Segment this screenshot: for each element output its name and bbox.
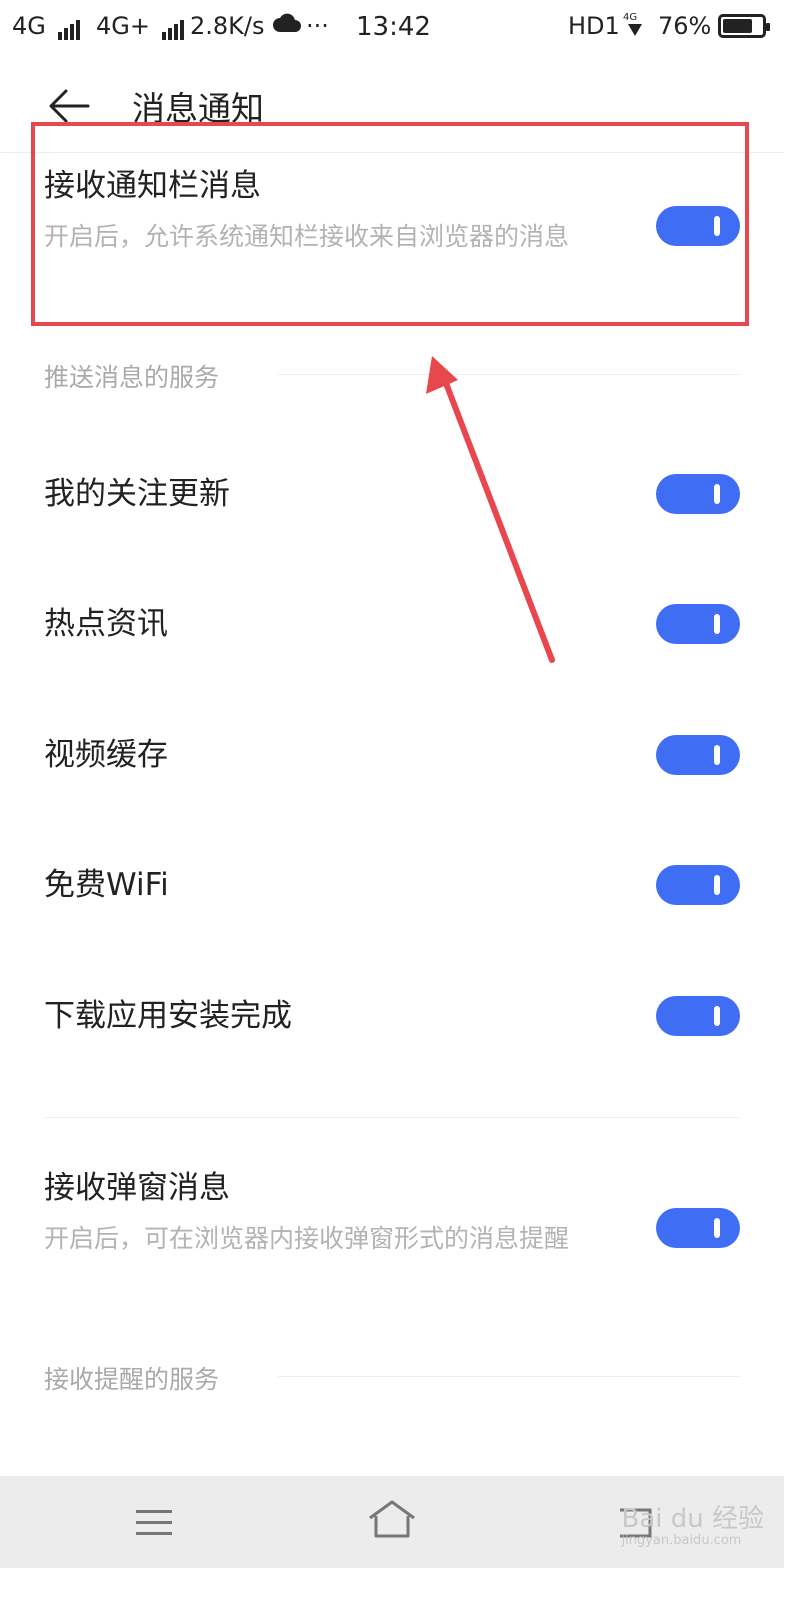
annotation-arrow-icon [426, 356, 555, 663]
divider [44, 1117, 740, 1118]
setting-free-wifi[interactable]: 免费WiFi [44, 865, 740, 905]
setting-label: 免费WiFi [44, 867, 169, 903]
menu-icon[interactable] [100, 1476, 220, 1568]
section-title: 接收提醒的服务 [44, 1365, 220, 1394]
download-complete-toggle[interactable] [656, 996, 740, 1036]
baidu-watermark: Bai du 经验 jingyan.baidu.com [621, 1498, 764, 1548]
setting-label: 视频缓存 [44, 737, 168, 773]
setting-label: 下载应用安装完成 [44, 998, 292, 1034]
setting-label: 接收弹窗消息 [44, 1170, 230, 1206]
free-wifi-toggle[interactable] [656, 865, 740, 905]
setting-video-cache[interactable]: 视频缓存 [44, 735, 740, 775]
home-icon[interactable] [332, 1476, 452, 1568]
setting-download-complete[interactable]: 下载应用安装完成 [44, 996, 740, 1036]
toggle-knob [714, 875, 720, 895]
section-divider [278, 1376, 740, 1377]
watermark-brand: Bai du 经验 [621, 1504, 764, 1534]
system-nav-bar: Bai du 经验 jingyan.baidu.com [0, 1476, 784, 1568]
toggle-knob [714, 745, 720, 765]
toggle-knob [714, 1218, 720, 1238]
section-header-remind: 接收提醒的服务 [44, 1360, 740, 1396]
setting-popup-messages[interactable]: 接收弹窗消息 开启后，可在浏览器内接收弹窗形式的消息提醒 [44, 1168, 740, 1256]
watermark-url: jingyan.baidu.com [621, 1533, 742, 1548]
toggle-knob [714, 1006, 720, 1026]
video-cache-toggle[interactable] [656, 735, 740, 775]
setting-description: 开启后，可在浏览器内接收弹窗形式的消息提醒 [44, 1224, 570, 1253]
popup-toggle[interactable] [656, 1208, 740, 1248]
